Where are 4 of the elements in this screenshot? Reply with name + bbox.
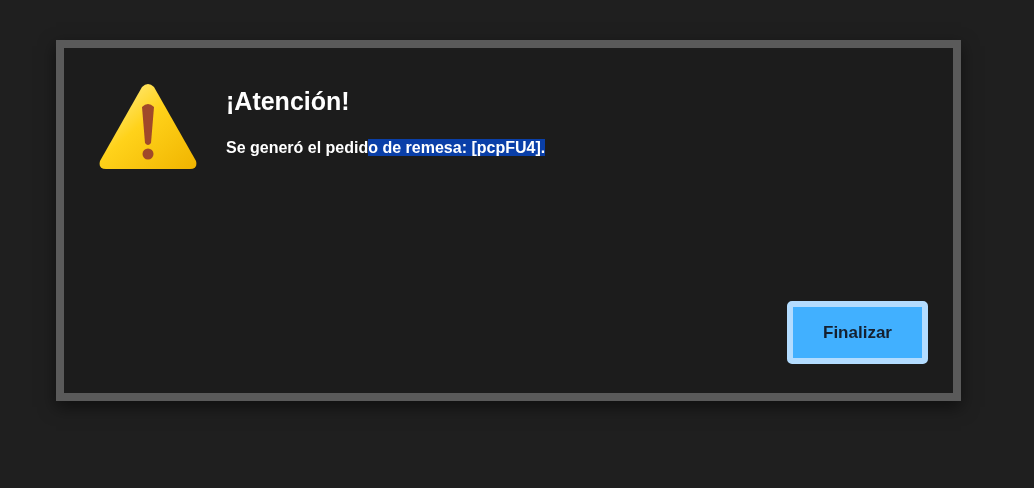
warning-icon <box>98 83 198 171</box>
finish-button[interactable]: Finalizar <box>787 301 928 364</box>
dialog-title: ¡Atención! <box>226 87 351 116</box>
message-text: Se generó el pedido de remesa: [pcpFU4]. <box>226 139 546 157</box>
